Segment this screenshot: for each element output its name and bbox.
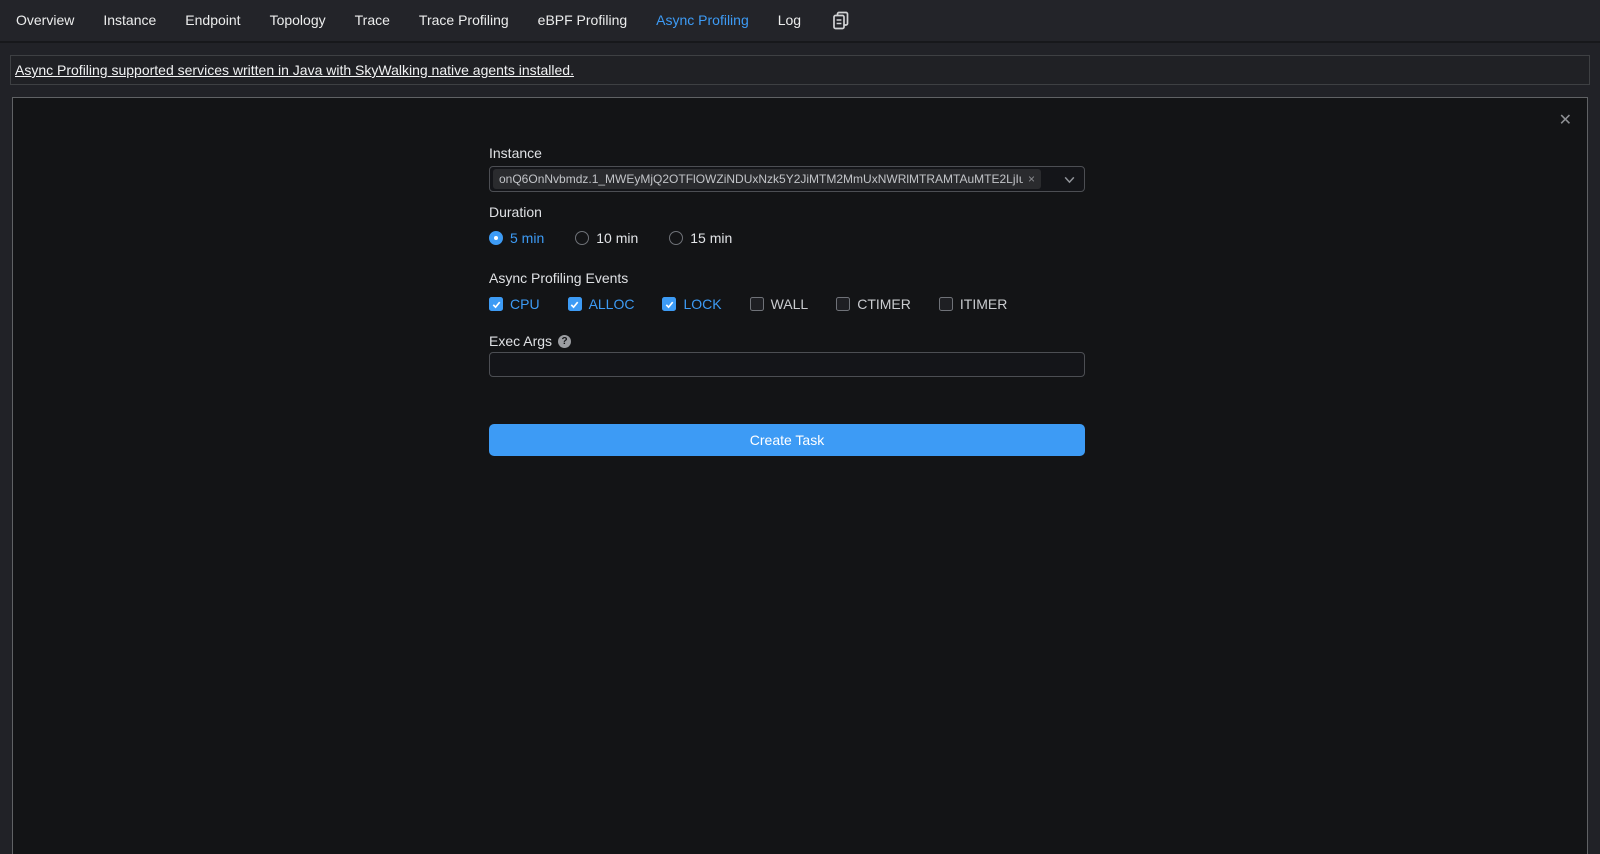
banner-note: Async Profiling supported services writt… (10, 55, 1590, 85)
checkmark-icon (568, 297, 582, 311)
create-task-form: Instance onQ6OnNvbmdz.1_MWEyMjQ2OTFlOWZi… (489, 145, 1085, 456)
radio-dot-icon (575, 231, 589, 245)
tab-log[interactable]: Log (778, 0, 801, 42)
checkbox-alloc[interactable]: ALLOC (568, 296, 635, 312)
checkmark-icon (489, 297, 503, 311)
events-checkbox-group: CPU ALLOC LOCK WALL CTIMER ITIMER (489, 296, 1085, 312)
banner-text: Async Profiling supported services writt… (15, 62, 574, 78)
top-navbar: Overview Instance Endpoint Topology Trac… (0, 0, 1600, 43)
selected-instance-value: onQ6OnNvbmdz.1_MWEyMjQ2OTFlOWZiNDUxNzk5Y… (499, 172, 1023, 186)
create-task-button[interactable]: Create Task (489, 424, 1085, 456)
chevron-down-icon[interactable] (1055, 173, 1076, 186)
duration-label: Duration (489, 204, 1085, 221)
radio-5-min[interactable]: 5 min (489, 230, 544, 246)
instance-select[interactable]: onQ6OnNvbmdz.1_MWEyMjQ2OTFlOWZiNDUxNzk5Y… (489, 166, 1085, 192)
tab-async-profiling[interactable]: Async Profiling (656, 0, 749, 42)
checkbox-lock[interactable]: LOCK (662, 296, 721, 312)
checkbox-wall[interactable]: WALL (750, 296, 809, 312)
events-label: Async Profiling Events (489, 270, 1085, 287)
radio-10-min[interactable]: 10 min (575, 230, 638, 246)
tab-topology[interactable]: Topology (270, 0, 326, 42)
checkbox-cpu[interactable]: CPU (489, 296, 540, 312)
tag-remove-icon[interactable]: × (1028, 173, 1035, 185)
checkbox-ctimer[interactable]: CTIMER (836, 296, 911, 312)
radio-dot-icon (669, 231, 683, 245)
tab-ebpf-profiling[interactable]: eBPF Profiling (538, 0, 627, 42)
checkbox-itimer[interactable]: ITIMER (939, 296, 1007, 312)
exec-args-input[interactable] (489, 352, 1085, 377)
tab-overview[interactable]: Overview (16, 0, 74, 42)
selected-instance-tag: onQ6OnNvbmdz.1_MWEyMjQ2OTFlOWZiNDUxNzk5Y… (493, 169, 1041, 189)
checkmark-icon (662, 297, 676, 311)
exec-args-label: Exec Args (489, 333, 552, 350)
duration-radio-group: 5 min 10 min 15 min (489, 230, 1085, 246)
radio-15-min[interactable]: 15 min (669, 230, 732, 246)
tab-trace-profiling[interactable]: Trace Profiling (419, 0, 509, 42)
close-icon[interactable]: ✕ (1559, 112, 1572, 128)
checkbox-box-icon (836, 297, 850, 311)
tab-trace[interactable]: Trace (355, 0, 390, 42)
tab-instance[interactable]: Instance (103, 0, 156, 42)
tab-endpoint[interactable]: Endpoint (185, 0, 240, 42)
instance-label: Instance (489, 145, 1085, 162)
checkbox-box-icon (939, 297, 953, 311)
help-icon[interactable]: ? (558, 335, 571, 348)
radio-dot-icon (489, 231, 503, 245)
task-list-icon[interactable] (832, 11, 850, 30)
checkbox-box-icon (750, 297, 764, 311)
